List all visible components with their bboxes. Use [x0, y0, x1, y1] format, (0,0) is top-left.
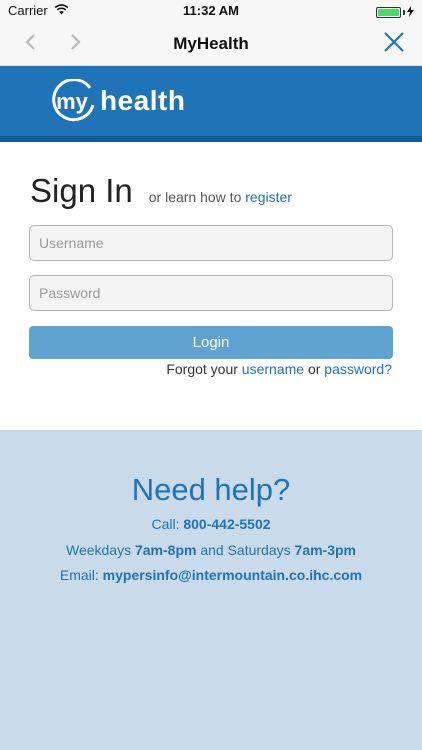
forgot-credentials: Forgot your username or password? — [166, 361, 392, 377]
forgot-password-link[interactable]: password? — [324, 361, 392, 377]
saturdays-hours: 7am-3pm — [294, 542, 356, 558]
status-right — [376, 5, 414, 20]
help-title: Need help? — [131, 472, 291, 507]
register-link[interactable]: register — [245, 189, 292, 205]
help-section: Need help? Call: 800-442-5502 Weekdays 7… — [0, 430, 422, 750]
page-title: Sign In — [30, 172, 133, 209]
charging-icon — [407, 5, 414, 20]
login-button[interactable]: Login — [29, 326, 393, 359]
nav-title: MyHealth — [173, 34, 249, 53]
subtitle-prefix: or learn how to — [148, 189, 242, 205]
nav-bar: MyHealth — [0, 22, 422, 66]
signin-section: Sign In or learn how to register Usernam… — [0, 142, 422, 430]
help-call: Call: 800-442-5502 — [0, 516, 422, 532]
call-label: Call: — [151, 516, 180, 532]
status-time: 11:32 AM — [183, 3, 239, 18]
weekdays-label: Weekdays — [65, 542, 132, 558]
call-number-link[interactable]: 800-442-5502 — [183, 516, 270, 532]
battery-icon — [376, 7, 401, 18]
email-link[interactable]: mypersinfo@intermountain.co.ihc.com — [103, 567, 362, 583]
logo-circle-icon: my — [52, 79, 95, 122]
forgot-prefix: Forgot your — [166, 361, 238, 377]
brand-header: my health — [0, 66, 422, 142]
password-placeholder: Password — [39, 285, 101, 301]
close-button[interactable] — [380, 22, 408, 66]
logo-text: health — [100, 85, 186, 116]
username-placeholder: Username — [39, 235, 104, 251]
weekdays-hours: 7am-8pm — [134, 542, 197, 558]
signin-heading-row: Sign In or learn how to register — [30, 172, 292, 210]
username-input[interactable]: Username — [29, 225, 393, 261]
email-label: Email: — [59, 567, 99, 583]
myhealth-logo: my health — [50, 79, 185, 123]
password-input[interactable]: Password — [29, 275, 393, 311]
status-bar: Carrier 11:32 AM — [0, 0, 422, 22]
battery-fill — [378, 9, 399, 16]
close-icon — [383, 31, 405, 58]
forgot-or: or — [307, 361, 321, 377]
help-email: Email: mypersinfo@intermountain.co.ihc.c… — [0, 567, 422, 583]
logo-circle-text: my — [56, 89, 89, 114]
forgot-username-link[interactable]: username — [242, 361, 304, 377]
saturdays-label: and Saturdays — [200, 542, 291, 558]
help-hours: Weekdays 7am-8pm and Saturdays 7am-3pm — [0, 542, 422, 558]
signin-subtitle: or learn how to register — [149, 189, 292, 205]
battery-tip — [403, 10, 405, 15]
